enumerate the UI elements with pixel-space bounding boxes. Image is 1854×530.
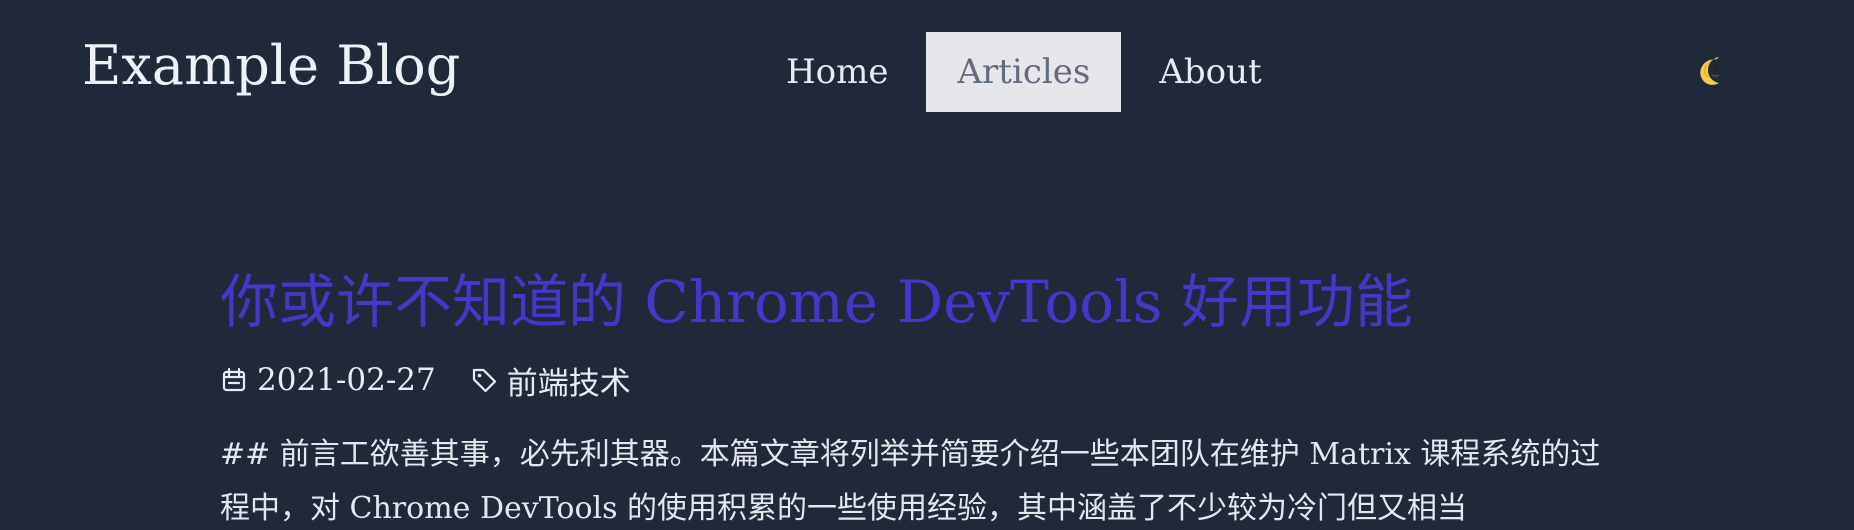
article-tag-text[interactable]: 前端技术 [507,358,631,403]
calendar-icon [222,367,246,392]
main-navigation: Home Articles About [760,32,1288,112]
article-excerpt: ## 前言工欲善其事，必先利其器。本篇文章将列举并简要介绍一些本团队在维护 Ma… [220,437,1601,526]
article-preview: 你或许不知道的 Chrome DevTools 好用功能 2021-02-27 … [220,258,1620,530]
nav-about-link[interactable]: About [1133,32,1287,112]
article-date-text: 2021-02-27 [257,362,436,398]
article-meta: 2021-02-27 前端技术 [220,356,1620,404]
crescent-moon-icon [1700,57,1719,85]
tag-icon [472,368,496,393]
theme-toggle-button[interactable] [1698,54,1730,86]
nav-home-link[interactable]: Home [760,32,914,112]
article-tag[interactable]: 前端技术 [470,358,631,403]
site-header: Example Blog Home Articles About [0,0,1854,150]
article-date: 2021-02-27 [220,362,436,398]
site-brand-link[interactable]: Example Blog [82,32,460,100]
nav-articles-link[interactable]: Articles [926,32,1122,112]
article-title-link[interactable]: 你或许不知道的 Chrome DevTools 好用功能 [220,258,1413,346]
